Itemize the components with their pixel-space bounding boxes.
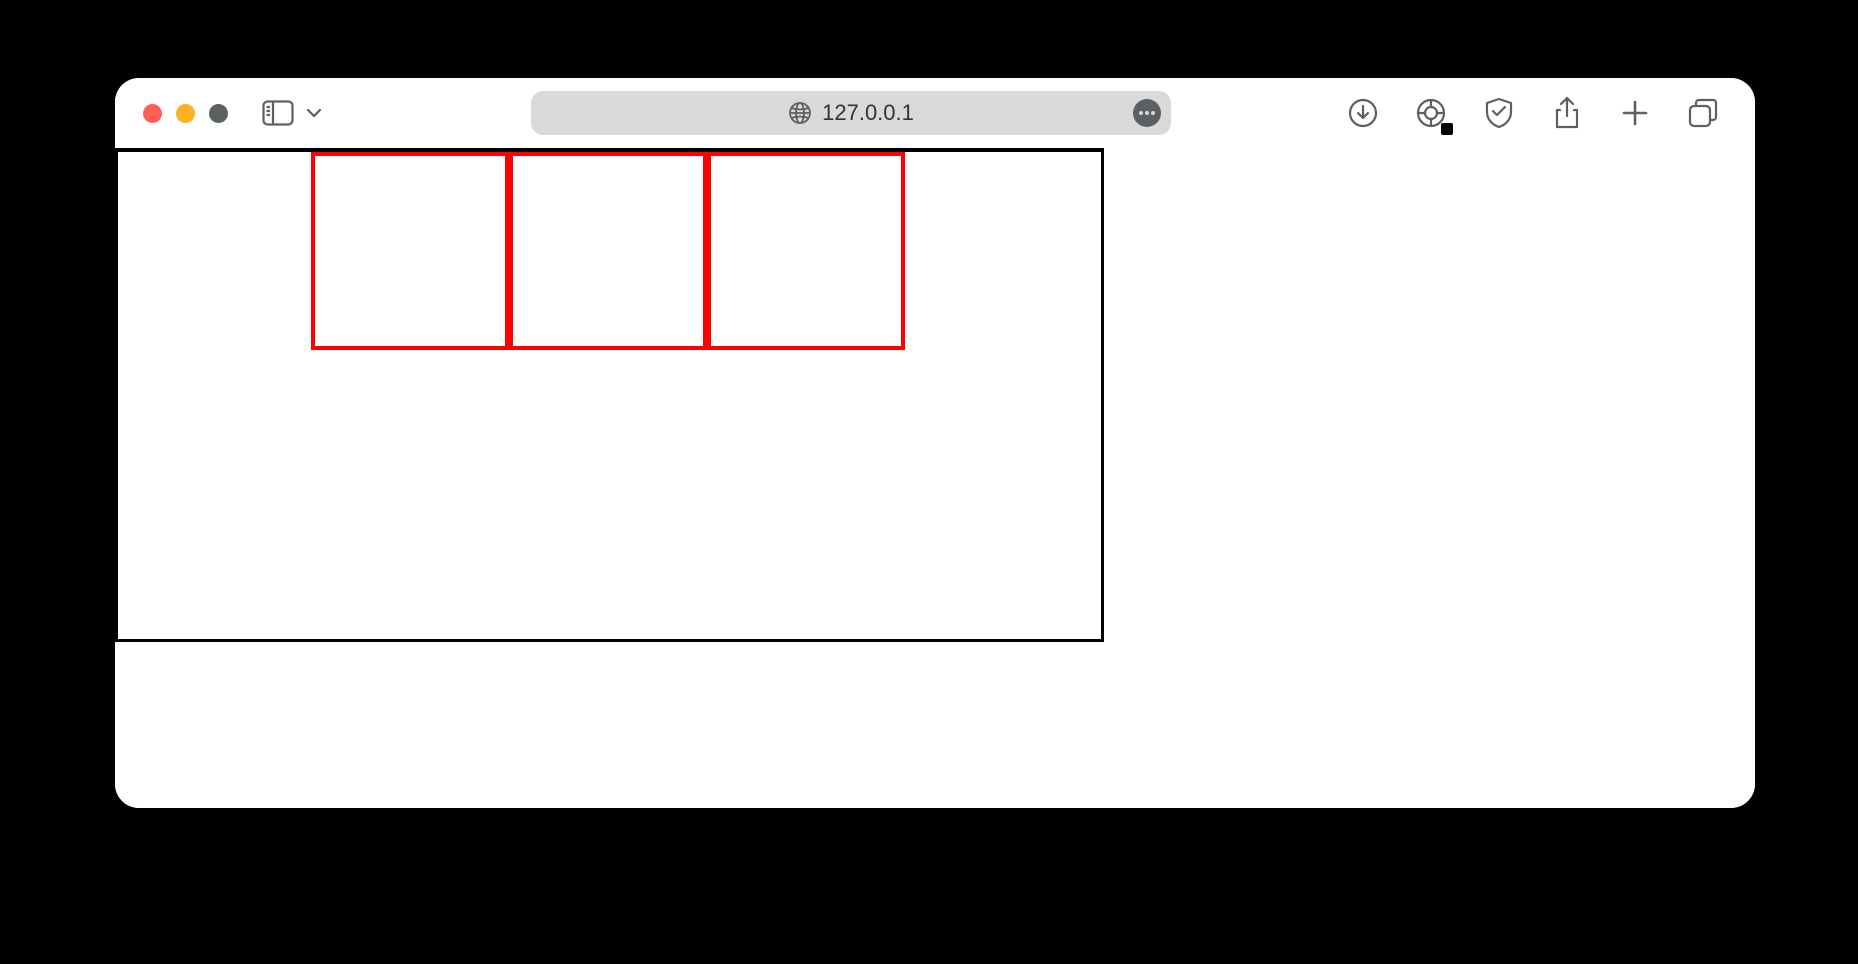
chevron-down-icon (306, 108, 322, 118)
container-box (115, 148, 1104, 642)
close-window-button[interactable] (143, 104, 162, 123)
sidebar-controls (258, 93, 326, 133)
page-settings-button[interactable] (1133, 99, 1161, 127)
red-box-3 (707, 152, 905, 350)
window-controls (143, 104, 228, 123)
share-icon (1554, 96, 1580, 130)
share-button[interactable] (1547, 93, 1587, 133)
shield-check-icon (1485, 97, 1513, 129)
lock-badge-icon (1441, 123, 1453, 135)
browser-window: 127.0.0.1 (115, 78, 1755, 808)
new-tab-button[interactable] (1615, 93, 1655, 133)
maximize-window-button[interactable] (209, 104, 228, 123)
sidebar-icon (262, 100, 294, 126)
shield-button[interactable] (1479, 93, 1519, 133)
download-icon (1348, 98, 1378, 128)
globe-icon (788, 101, 812, 125)
red-boxes-row (311, 152, 905, 350)
address-bar[interactable]: 127.0.0.1 (531, 91, 1171, 135)
address-text: 127.0.0.1 (822, 100, 914, 126)
tabs-icon (1688, 98, 1718, 128)
page-content (115, 148, 1755, 808)
address-content: 127.0.0.1 (788, 100, 914, 126)
right-toolbar (1343, 93, 1723, 133)
sidebar-dropdown-button[interactable] (302, 93, 326, 133)
privacy-report-button[interactable] (1411, 93, 1451, 133)
red-box-1 (311, 152, 509, 350)
red-box-2 (509, 152, 707, 350)
browser-toolbar: 127.0.0.1 (115, 78, 1755, 148)
tabs-overview-button[interactable] (1683, 93, 1723, 133)
downloads-button[interactable] (1343, 93, 1383, 133)
ellipsis-icon (1138, 110, 1156, 116)
sidebar-toggle-button[interactable] (258, 93, 298, 133)
plus-icon (1622, 100, 1648, 126)
minimize-window-button[interactable] (176, 104, 195, 123)
